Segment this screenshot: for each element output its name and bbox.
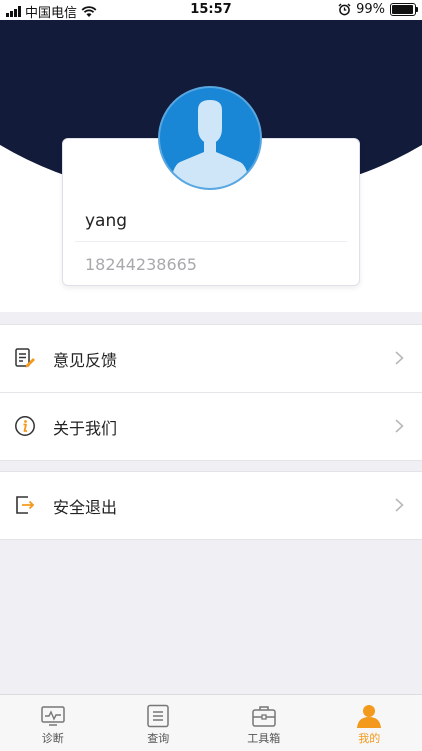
tab-bar: 诊断 查询 工具箱 我的 (0, 694, 422, 751)
profile-header: yang 18244238665 (0, 20, 422, 312)
menu-group-main: 意见反馈 关于我们 (0, 324, 422, 461)
tab-label-query: 查询 (106, 730, 212, 746)
tab-label-toolbox: 工具箱 (211, 730, 317, 746)
list-icon (145, 704, 171, 728)
feedback-icon (14, 347, 36, 369)
monitor-icon (40, 704, 66, 728)
battery-percent: 99% (356, 2, 385, 17)
tab-toolbox[interactable]: 工具箱 (211, 695, 317, 751)
menu-item-feedback[interactable]: 意见反馈 (0, 325, 422, 392)
logout-icon (14, 494, 36, 516)
tab-label-diagnosis: 诊断 (0, 730, 106, 746)
chevron-right-icon (395, 419, 404, 433)
chevron-right-icon (395, 498, 404, 512)
menu-label-feedback: 意见反馈 (53, 347, 117, 371)
menu-group-logout: 安全退出 (0, 471, 422, 540)
username: yang (85, 211, 127, 231)
menu-label-about: 关于我们 (53, 415, 117, 439)
tab-diagnosis[interactable]: 诊断 (0, 695, 106, 751)
info-icon (14, 415, 36, 437)
chevron-right-icon (395, 351, 404, 365)
phone-number: 18244238665 (85, 255, 197, 274)
tab-label-mine: 我的 (317, 730, 422, 746)
menu-item-logout[interactable]: 安全退出 (0, 472, 422, 539)
toolbox-icon (251, 704, 277, 728)
menu-label-logout: 安全退出 (53, 494, 117, 518)
avatar[interactable] (160, 88, 260, 188)
avatar-silhouette-icon (160, 88, 260, 188)
alarm-icon (338, 3, 351, 16)
tab-mine[interactable]: 我的 (317, 695, 422, 751)
battery-icon (390, 3, 416, 16)
status-bar: 中国电信 15:57 99% (0, 0, 422, 20)
status-right: 99% (338, 2, 416, 17)
tab-query[interactable]: 查询 (106, 695, 212, 751)
person-icon (356, 704, 382, 728)
card-divider (75, 241, 347, 242)
menu-item-about[interactable]: 关于我们 (0, 392, 422, 460)
